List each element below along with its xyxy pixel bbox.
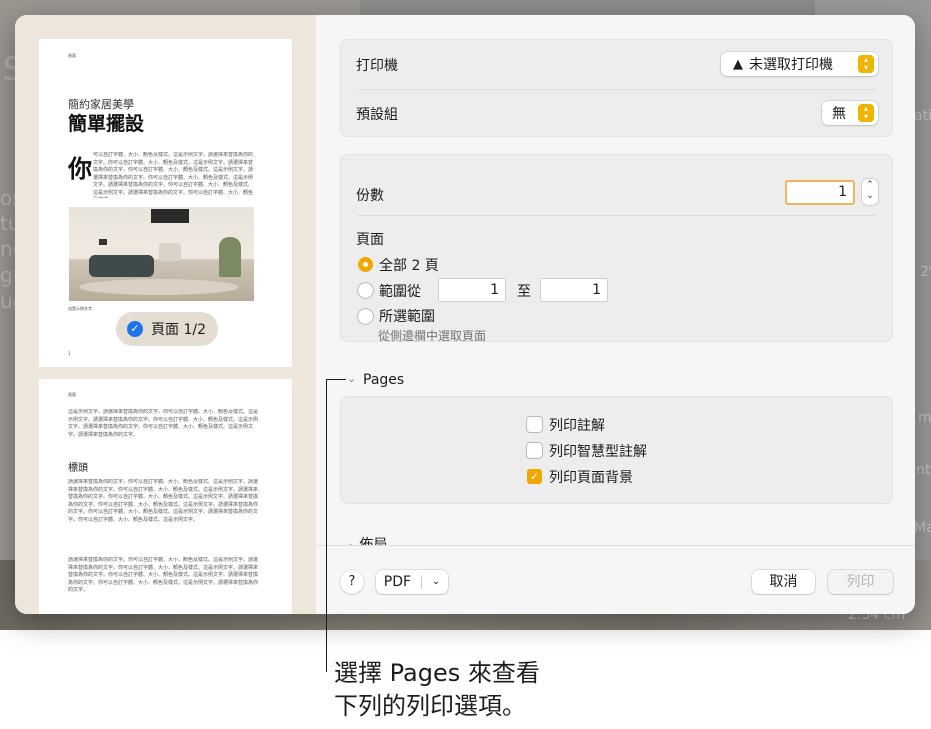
popup-chevron-icon: ▴ ▾ <box>858 55 874 73</box>
page-title: 簡單擺設 <box>68 113 145 135</box>
chevron-down-icon: ⌄ <box>431 576 441 587</box>
selection-radio[interactable] <box>358 309 373 324</box>
print-button[interactable]: 列印 <box>828 570 893 594</box>
chevron-down-icon[interactable]: ⌄ <box>347 372 356 385</box>
pages-label: 頁面 <box>356 232 384 248</box>
cancel-button[interactable]: 取消 <box>752 570 815 594</box>
page-body-text: 請選擇來替換為你的文字。你可以自訂字體、大小、顏色及樣式。這是示例文字。請選擇來… <box>68 479 259 523</box>
printer-label: 打印機 <box>356 58 398 74</box>
bg-inspector-text: m <box>918 410 931 426</box>
range-to-label: 至 <box>517 284 531 300</box>
pdf-menu-button[interactable]: PDF | ⌄ <box>376 570 448 594</box>
divider: | <box>419 574 424 590</box>
print-comments-label: 列印註解 <box>549 418 605 434</box>
copies-pages-group: 份數 1 ⌃ ⌄ 頁面 全部 2 頁 範圍從 1 至 1 所選範圍 從側邊欄中選取… <box>340 154 893 343</box>
preview-page-2[interactable]: 頁面 這是示例文字。請選擇來替換為你的文字。你可以自訂字體、大小、顏色及樣式。這… <box>39 379 292 614</box>
print-preview-sidebar[interactable]: 頁面 簡約家居美學 簡單擺設 你 可以自訂字體、大小、顏色及樣式。這是示例文字。… <box>15 15 316 614</box>
all-pages-label: 全部 2 頁 <box>379 258 439 274</box>
presets-label: 預設組 <box>356 107 398 123</box>
presets-value: 無 <box>832 106 846 122</box>
drop-cap: 你 <box>68 155 92 183</box>
callout-line-1: 選擇 Pages 來查看 <box>334 659 540 687</box>
bg-inspector-text: Mar <box>914 520 931 536</box>
print-smart-annotations-label: 列印智慧型註解 <box>549 444 647 460</box>
page-number: 1 <box>68 351 71 356</box>
popup-chevron-icon: ▴ ▾ <box>858 104 874 122</box>
bg-inspector-text: 2' <box>920 264 931 280</box>
page-body-text: 請選擇來替換為你的文字。你可以自訂字體、大小、顏色及樣式。這是示例文字。請選擇來… <box>68 557 259 593</box>
callout-pointer <box>326 379 346 380</box>
print-backgrounds-label: 列印頁面背景 <box>549 470 633 486</box>
page-selection-badge[interactable]: ✓ 頁面 1/2 <box>116 312 218 346</box>
print-backgrounds-checkbox[interactable]: ✓ <box>527 469 542 484</box>
bg-inspector-text: ati <box>914 108 931 124</box>
page-intro-text: 這是示例文字。請選擇來替換為你的文字。你可以自訂字體、大小、顏色及樣式。這是示例… <box>68 409 259 438</box>
selection-label: 所選範圍 <box>379 309 435 325</box>
copies-stepper[interactable]: ⌃ ⌄ <box>862 179 878 205</box>
print-dialog: 頁面 簡約家居美學 簡單擺設 你 可以自訂字體、大小、顏色及樣式。這是示例文字。… <box>15 15 915 614</box>
dialog-footer: ? PDF | ⌄ 取消 列印 <box>316 545 915 614</box>
help-button[interactable]: ? <box>340 570 364 594</box>
pages-section-toggle[interactable]: Pages <box>363 372 404 388</box>
page-header: 頁面 <box>68 53 76 58</box>
print-comments-checkbox[interactable] <box>527 417 542 432</box>
divider <box>357 215 876 216</box>
callout-line-2: 下列的列印選項。 <box>334 692 526 720</box>
bg-inspector-text: nt <box>916 462 931 478</box>
printer-group: 打印機 ▲ 未選取打印機 ▴ ▾ 預設組 無 ▴ ▾ <box>340 39 893 137</box>
range-to-input[interactable]: 1 <box>541 279 607 301</box>
interior-photo <box>69 207 254 301</box>
range-radio[interactable] <box>358 283 373 298</box>
selection-hint: 從側邊欄中選取頁面 <box>378 329 487 343</box>
page-selection-label: 頁面 1/2 <box>151 322 206 338</box>
page-header: 頁面 <box>68 392 76 397</box>
pdf-label: PDF <box>383 574 412 590</box>
copies-input[interactable]: 1 <box>785 180 855 205</box>
printer-popup[interactable]: ▲ 未選取打印機 ▴ ▾ <box>721 52 878 76</box>
range-from-input[interactable]: 1 <box>439 279 505 301</box>
section-heading: 標頭 <box>68 463 88 474</box>
warning-icon: ▲ <box>733 56 743 72</box>
range-from-label: 範圍從 <box>379 284 421 300</box>
print-smart-annotations-checkbox[interactable] <box>527 443 542 458</box>
pages-options-group: 列印註解 列印智慧型註解 ✓ 列印頁面背景 <box>340 396 893 504</box>
print-settings-panel: 打印機 ▲ 未選取打印機 ▴ ▾ 預設組 無 ▴ ▾ 份數 1 ⌃ ⌄ 頁面 全部 2… <box>316 15 915 614</box>
page-body-text: 可以自訂字體、大小、顏色及樣式。這是示例文字。請選擇來替換為你的文字。你可以自訂… <box>93 152 253 198</box>
printer-value: 未選取打印機 <box>749 57 833 73</box>
presets-popup[interactable]: 無 ▴ ▾ <box>822 101 878 125</box>
divider <box>357 89 876 90</box>
copies-label: 份數 <box>356 188 384 204</box>
callout-text: 選擇 Pages 來查看 下列的列印選項。 <box>334 657 540 723</box>
all-pages-radio[interactable] <box>358 257 373 272</box>
photo-caption: 這是示例文字 <box>68 306 92 311</box>
checkmark-icon: ✓ <box>127 321 143 337</box>
callout-line <box>326 379 327 672</box>
